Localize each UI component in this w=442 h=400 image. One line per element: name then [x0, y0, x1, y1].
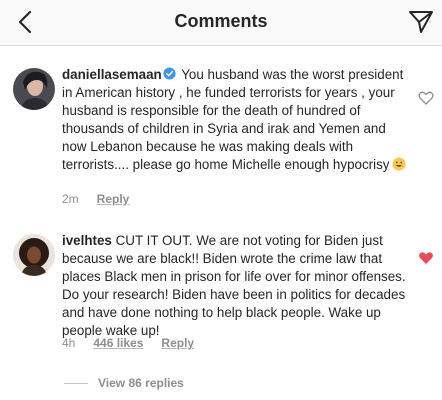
paper-plane-icon[interactable]: [408, 9, 434, 35]
comment-body: CUT IT OUT. We are not voting for Biden …: [62, 233, 406, 338]
divider: [64, 382, 88, 384]
heart-icon[interactable]: [418, 90, 434, 106]
reply-button[interactable]: Reply: [161, 336, 194, 350]
comment-username[interactable]: daniellasemaan: [62, 67, 162, 82]
avatar[interactable]: [13, 68, 55, 110]
comment-text: ivelhtes CUT IT OUT. We are not voting f…: [62, 232, 414, 340]
avatar-image: [13, 234, 55, 276]
avatar[interactable]: [13, 234, 55, 276]
comment-time: 4h: [62, 336, 76, 350]
comment-meta: 4h 446 likes Reply: [62, 336, 194, 350]
view-replies-button[interactable]: View 86 replies: [64, 376, 184, 390]
grinning-sweat-emoji-icon: [392, 157, 405, 171]
avatar-image: [13, 68, 55, 110]
heart-filled-icon[interactable]: [418, 250, 434, 266]
comment-text: daniellasemaan You husband was the worst…: [62, 66, 414, 174]
comment-username[interactable]: ivelhtes: [62, 233, 112, 248]
comments-header: Comments: [0, 0, 442, 46]
comment-time: 2m: [62, 192, 79, 206]
likes-count-button[interactable]: 446 likes: [93, 336, 143, 350]
page-title: Comments: [174, 11, 268, 31]
comment-meta: 2m Reply: [62, 192, 129, 206]
reply-button[interactable]: Reply: [97, 192, 130, 206]
comment-body: You husband was the worst president in A…: [62, 67, 404, 172]
verified-badge-icon: [163, 67, 176, 80]
view-replies-label: View 86 replies: [98, 376, 184, 390]
